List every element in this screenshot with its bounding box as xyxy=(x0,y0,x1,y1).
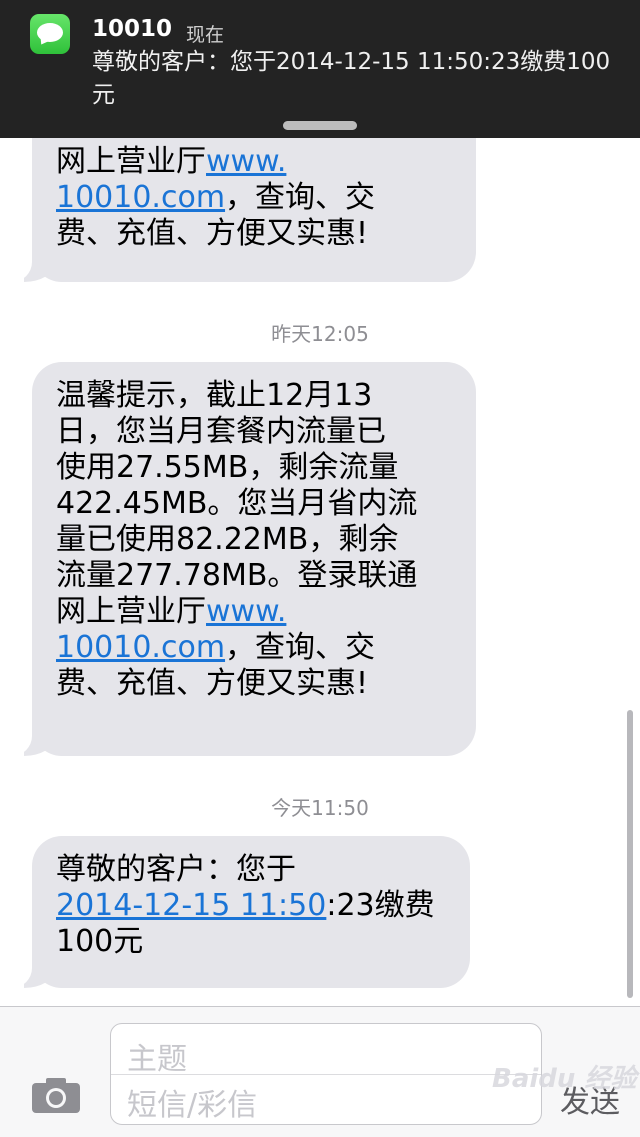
field-divider xyxy=(111,1074,541,1075)
subject-placeholder: 主题 xyxy=(127,1042,187,1077)
message-bubble[interactable]: 温馨提示，截止12月13 日，您当月套餐内流量已 使用27.55MB，剩余流量 … xyxy=(8,362,476,756)
message-text: 网上营业厅www. 10010.com，查询、交 费、充值、方便又实惠! xyxy=(56,144,376,251)
notification-message: 尊敬的客户：您于2014-12-15 11:50:23缴费100元 xyxy=(92,49,611,108)
message-placeholder: 短信/彩信 xyxy=(127,1088,258,1123)
message-text: 尊敬的客户：您于 2014-12-15 11:50:23缴费 100元 xyxy=(56,852,435,959)
notification-time: 现在 xyxy=(186,24,225,46)
message-text: 温馨提示，截止12月13 日，您当月套餐内流量已 使用27.55MB，剩余流量 … xyxy=(56,378,418,701)
notification-banner[interactable]: 10010 现在 尊敬的客户：您于2014-12-15 11:50:23缴费10… xyxy=(0,0,640,138)
scroll-indicator xyxy=(627,710,633,998)
banner-grabber-handle[interactable] xyxy=(283,121,357,130)
messages-app-icon xyxy=(30,14,70,54)
message-timestamp: 今天11:50 xyxy=(271,796,369,820)
message-timestamp: 昨天12:05 xyxy=(271,322,369,346)
message-input-field[interactable]: 主题 短信/彩信 xyxy=(110,1023,542,1125)
watermark-logo: Baidu 经验 xyxy=(492,1064,637,1094)
message-date-link[interactable]: 2014-12-15 11:50 xyxy=(56,888,326,923)
camera-icon[interactable] xyxy=(30,1075,82,1115)
notification-sender: 10010 xyxy=(92,16,173,42)
message-bubble[interactable]: 尊敬的客户：您于 2014-12-15 11:50:23缴费 100元 xyxy=(8,836,470,988)
